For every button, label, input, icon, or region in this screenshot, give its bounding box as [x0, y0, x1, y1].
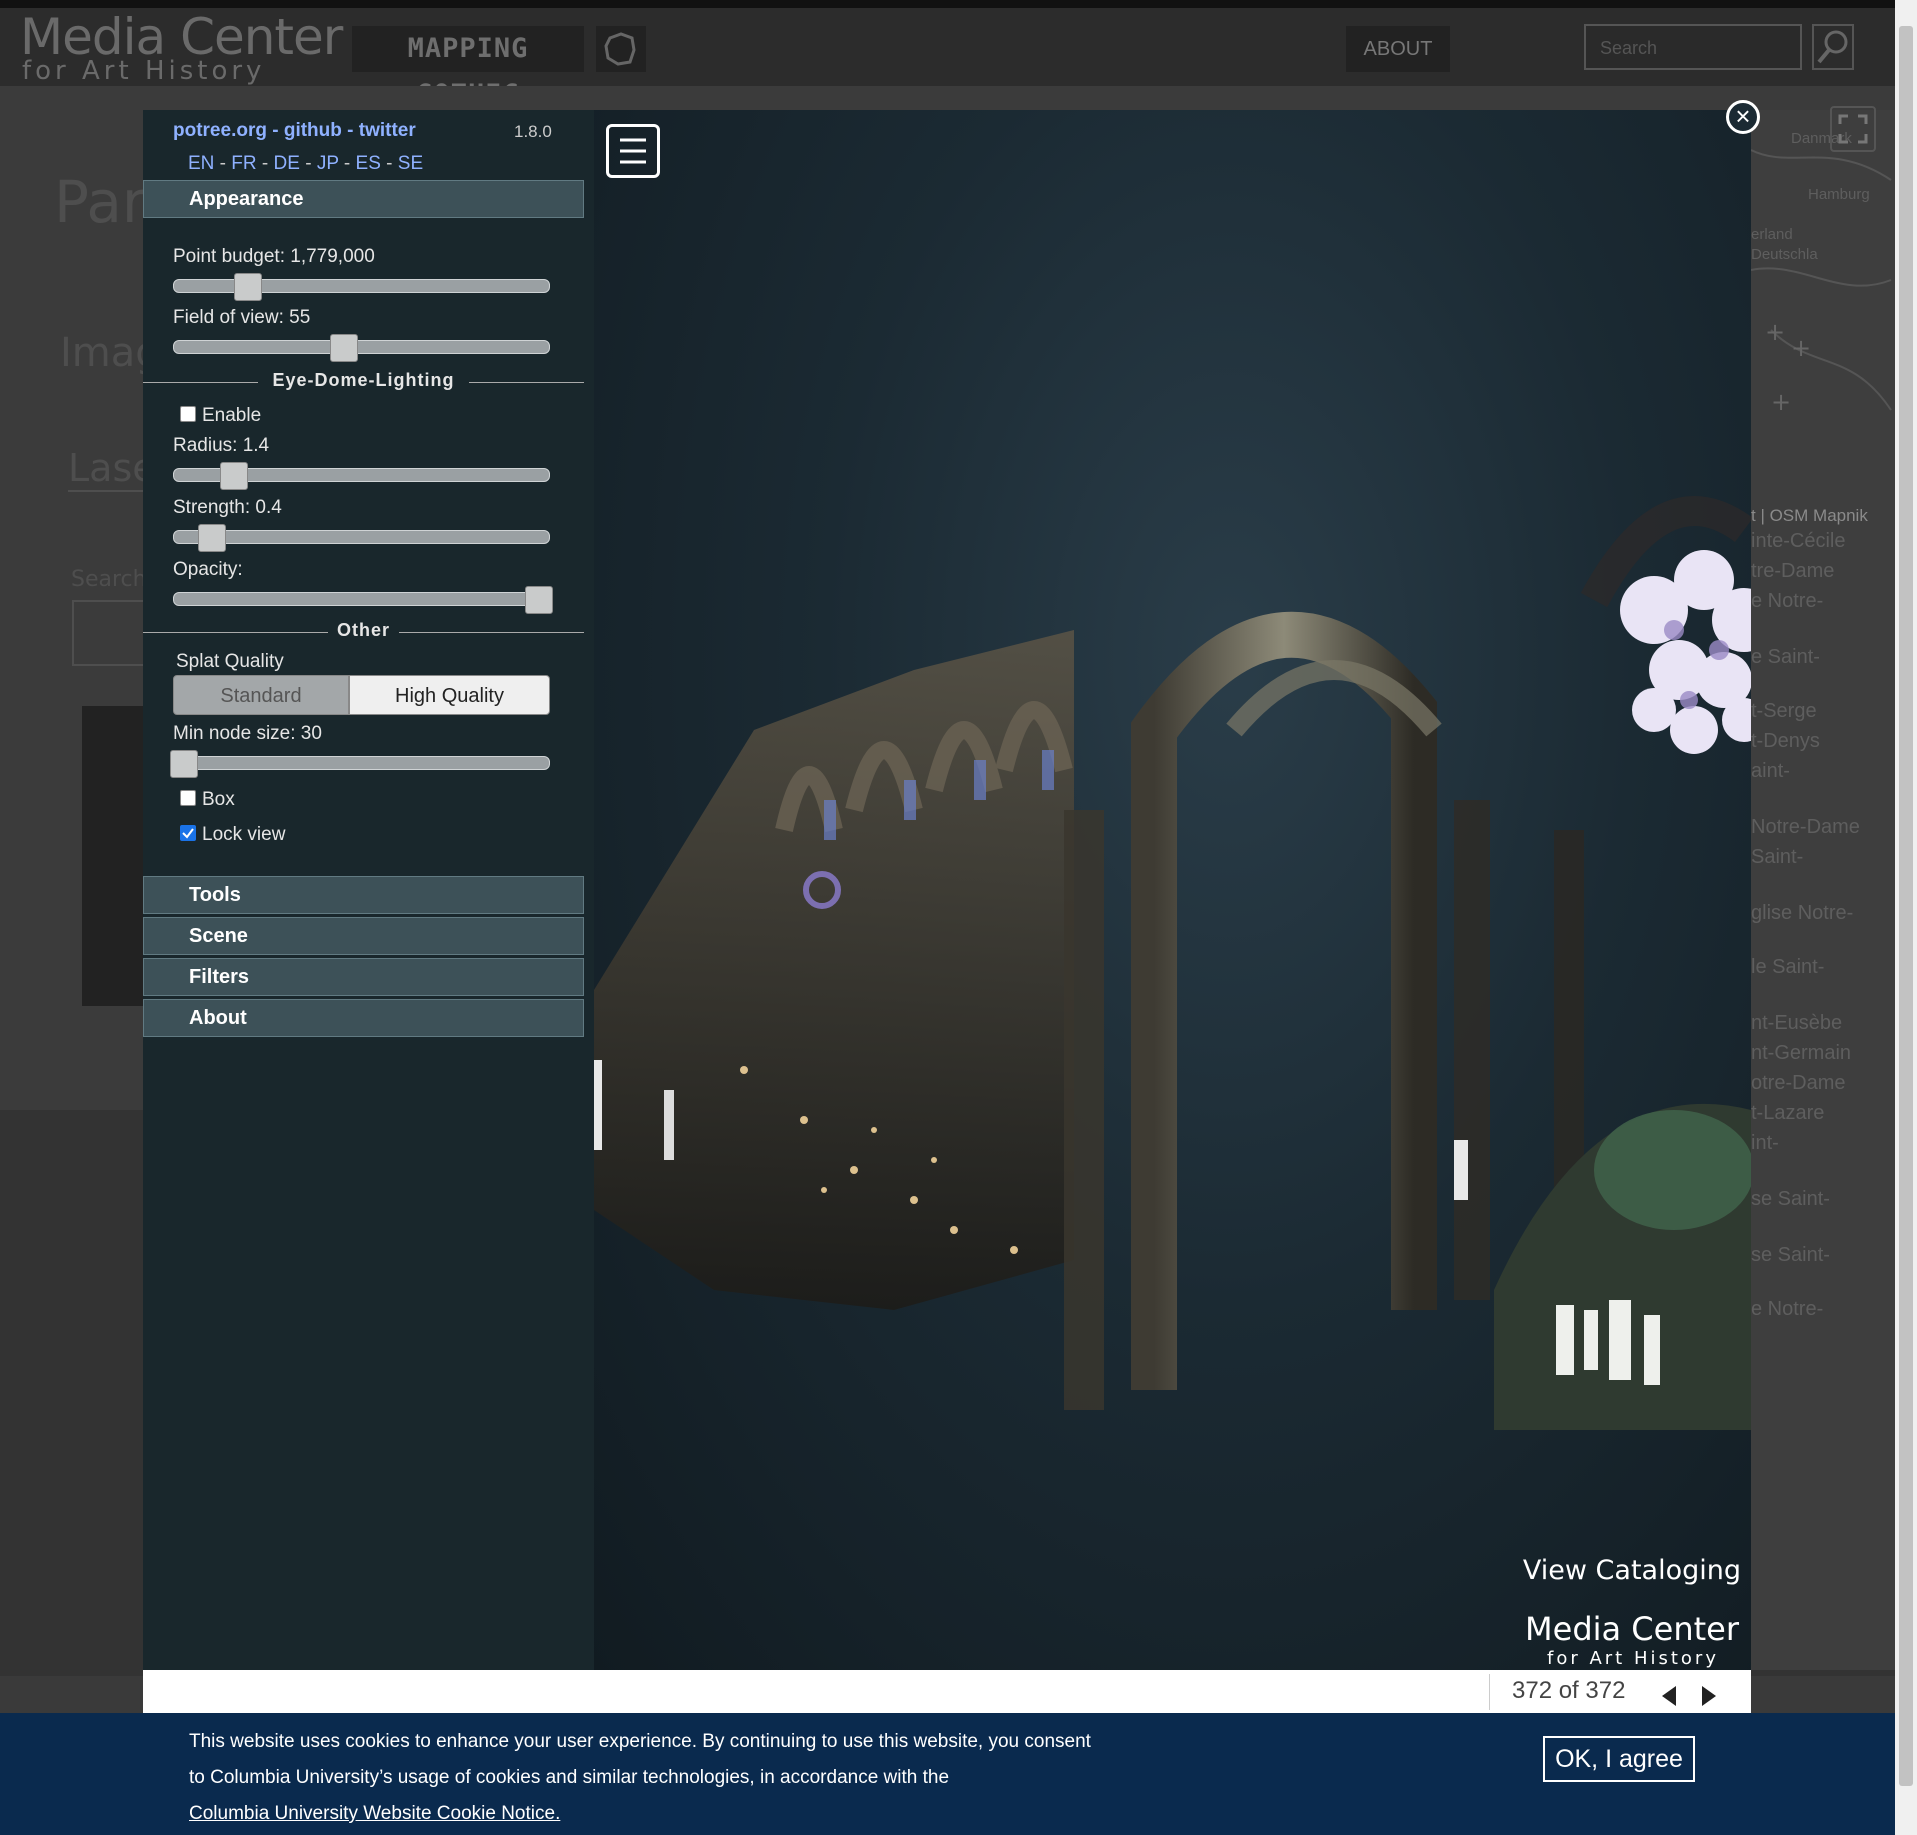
other-section-title: Other	[336, 620, 390, 640]
field-of-view-slider[interactable]	[173, 334, 550, 362]
strength-slider[interactable]	[173, 524, 550, 552]
lang-fr[interactable]: FR	[231, 153, 256, 174]
splat-standard-button[interactable]: Standard	[173, 675, 349, 715]
lang-en[interactable]: EN	[188, 153, 214, 174]
background-map[interactable]: Danmark Hamburg erland Deutschla t | OSM Map…	[1751, 110, 1895, 1670]
point-budget-slider[interactable]	[173, 273, 550, 301]
fullscreen-icon[interactable]	[1830, 106, 1876, 152]
lock-view-label: Lock view	[202, 824, 286, 845]
min-node-size-label: Min node size: 30	[173, 723, 322, 744]
gallery-caption-bar	[143, 1670, 1751, 1714]
france-map-icon[interactable]	[596, 26, 646, 72]
svg-text:+: +	[1791, 334, 1811, 362]
radius-slider[interactable]	[173, 462, 550, 490]
potree-org-link[interactable]: potree.org	[173, 120, 267, 141]
map-place-label: Saint-	[1751, 846, 1804, 868]
image-counter: 372 of 372	[1512, 1677, 1626, 1704]
counter-divider	[1489, 1674, 1490, 1710]
min-node-size-slider[interactable]	[170, 750, 550, 778]
lang-es[interactable]: ES	[356, 153, 381, 174]
map-place-label: e Notre-	[1751, 1298, 1824, 1320]
map-place-label: int-	[1751, 1132, 1779, 1154]
map-place-label: t-Lazare	[1751, 1102, 1825, 1124]
svg-text:+: +	[1765, 318, 1785, 346]
site-about-button[interactable]: ABOUT	[1346, 26, 1450, 72]
map-place-label: aint-	[1751, 760, 1790, 782]
watermark-title: Media Center	[1525, 1610, 1739, 1648]
tools-header[interactable]: Tools	[143, 876, 584, 914]
scrollbar-thumb[interactable]	[1899, 26, 1913, 1786]
opacity-label: Opacity:	[173, 559, 243, 580]
cathedral-point-cloud	[594, 496, 1751, 1430]
map-place-label: se Saint-	[1751, 1188, 1830, 1210]
edl-enable-label: Enable	[202, 405, 262, 426]
map-place-label: t-Denys	[1751, 730, 1820, 752]
box-checkbox[interactable]	[180, 790, 196, 806]
language-selector: EN - FR - DE - JP - ES - SE	[188, 153, 424, 174]
splat-quality-toggle: Standard High Quality	[173, 675, 550, 715]
search-icon[interactable]	[1812, 24, 1854, 70]
edl-enable-checkbox[interactable]	[180, 406, 196, 422]
filters-header[interactable]: Filters	[143, 958, 584, 996]
edl-section-divider: Eye-Dome-Lighting	[143, 370, 584, 394]
next-arrow-icon[interactable]	[1698, 1682, 1722, 1710]
lang-de[interactable]: DE	[274, 153, 300, 174]
map-place-label: inte-Cécile	[1751, 530, 1846, 552]
site-search-input[interactable]: Search	[1584, 24, 1802, 70]
sidebar-menu-icon[interactable]	[606, 124, 660, 178]
potree-version: 1.8.0	[514, 122, 552, 141]
map-place-label: le Saint-	[1751, 956, 1825, 978]
other-section-divider: Other	[143, 620, 584, 644]
point-cloud-viewer[interactable]: View Cataloging Media Center for Art His…	[594, 110, 1751, 1670]
lang-se[interactable]: SE	[398, 153, 423, 174]
min-node-size-thumb[interactable]	[170, 750, 198, 778]
map-place-label: otre-Dame	[1751, 1072, 1846, 1094]
appearance-header[interactable]: Appearance	[143, 180, 584, 218]
map-place-label: Notre-Dame	[1751, 816, 1860, 838]
map-place-label: glise Notre-	[1751, 902, 1854, 924]
strength-label: Strength: 0.4	[173, 497, 282, 518]
bg-search-label: Search	[71, 567, 147, 592]
cookie-notice-link[interactable]: Columbia University Website Cookie Notic…	[189, 1803, 560, 1824]
cookie-agree-button[interactable]: OK, I agree	[1543, 1736, 1695, 1782]
site-logo-subtitle: for Art History	[22, 56, 266, 86]
twitter-link[interactable]: twitter	[359, 120, 416, 141]
radius-label: Radius: 1.4	[173, 435, 270, 456]
map-place-label: t-Serge	[1751, 700, 1817, 722]
point-budget-label: Point budget: 1,779,000	[173, 246, 375, 267]
lock-view-checkbox[interactable]	[180, 825, 196, 841]
map-place-label: nt-Germain	[1751, 1042, 1852, 1064]
cookie-text: This website uses cookies to enhance you…	[189, 1731, 1091, 1788]
previous-arrow-icon[interactable]	[1656, 1682, 1680, 1710]
map-place-label: se Saint-	[1751, 1244, 1830, 1266]
splat-high-quality-button[interactable]: High Quality	[349, 675, 550, 715]
point-budget-thumb[interactable]	[234, 273, 262, 301]
scene-header[interactable]: Scene	[143, 917, 584, 955]
splat-quality-label: Splat Quality	[176, 651, 284, 672]
map-place-label: nt-Eusèbe	[1751, 1012, 1843, 1034]
box-label: Box	[202, 789, 235, 810]
opacity-thumb[interactable]	[525, 586, 553, 614]
close-icon[interactable]: ×	[1726, 100, 1760, 134]
view-cataloging-link[interactable]: View Cataloging	[1523, 1555, 1741, 1586]
potree-links: potree.org - github - twitter	[173, 120, 416, 141]
potree-sidebar: potree.org - github - twitter 1.8.0 EN -…	[143, 110, 594, 1670]
edl-section-title: Eye-Dome-Lighting	[272, 370, 455, 390]
opacity-slider[interactable]	[173, 586, 553, 614]
bg-thumbnail[interactable]	[82, 706, 152, 1006]
mapping-gothic-button[interactable]: MAPPING GOTHIC	[352, 26, 584, 110]
lang-jp[interactable]: JP	[317, 153, 339, 174]
strength-thumb[interactable]	[198, 524, 226, 552]
radius-thumb[interactable]	[220, 462, 248, 490]
about-header[interactable]: About	[143, 999, 584, 1037]
map-place-label: e Notre-	[1751, 590, 1824, 612]
github-link[interactable]: github	[284, 120, 342, 141]
map-place-label: tre-Dame	[1751, 560, 1835, 582]
cookie-message: This website uses cookies to enhance you…	[189, 1724, 1109, 1832]
watermark-subtitle: for Art History	[1546, 1648, 1719, 1669]
map-place-label: e Saint-	[1751, 646, 1820, 668]
field-of-view-thumb[interactable]	[330, 334, 358, 362]
field-of-view-label: Field of view: 55	[173, 307, 311, 328]
svg-text:+: +	[1771, 388, 1791, 416]
